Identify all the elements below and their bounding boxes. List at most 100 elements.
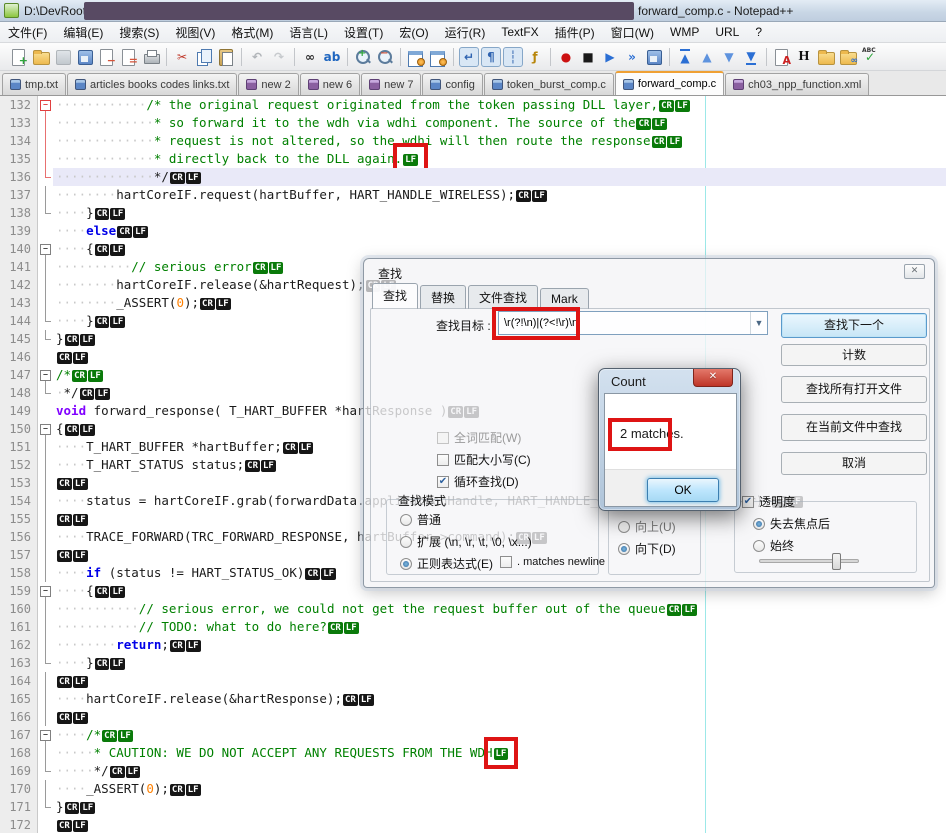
sync-scroll-horizontal-icon[interactable] [428, 47, 448, 67]
menu-item-4[interactable]: 格式(M) [223, 22, 281, 43]
menu-item-6[interactable]: 设置(T) [336, 22, 391, 43]
fold-collapse-icon[interactable] [38, 582, 53, 600]
transparency-slider[interactable] [759, 559, 859, 563]
find-icon[interactable]: ∞ [300, 47, 320, 67]
code-text[interactable]: ····}CRLF [53, 654, 946, 672]
code-text[interactable]: ····hartCoreIF.release(&hartResponse);CR… [53, 690, 946, 708]
always-radio[interactable]: 始终 [753, 537, 794, 554]
copy-icon[interactable] [194, 47, 214, 67]
folder-link-icon[interactable]: ∞ [838, 47, 858, 67]
code-text[interactable]: CRLF [53, 816, 946, 833]
menu-item-1[interactable]: 编辑(E) [55, 22, 111, 43]
goto-last-icon[interactable]: ▼ [741, 47, 761, 67]
code-text[interactable]: ·····*/CRLF [53, 762, 946, 780]
document-tab-token-burst-comp-c[interactable]: token_burst_comp.c [484, 73, 614, 95]
menu-item-2[interactable]: 搜索(S) [111, 22, 167, 43]
menu-item-11[interactable]: 窗口(W) [603, 22, 662, 43]
goto-prev-icon[interactable]: ▲ [697, 47, 717, 67]
find-in-current-file-button[interactable]: 在当前文件中查找 [781, 414, 927, 441]
paste-icon[interactable] [216, 47, 236, 67]
doc-check-icon[interactable]: A [772, 47, 792, 67]
menu-item-10[interactable]: 插件(P) [547, 22, 603, 43]
fold-collapse-icon[interactable] [38, 96, 53, 114]
close-icon[interactable]: ✕ [904, 264, 925, 279]
save-all-icon[interactable] [75, 47, 95, 67]
mode-regex-radio[interactable]: 正则表达式(E) [400, 555, 493, 572]
code-text[interactable]: ········hartCoreIF.request(hartBuffer, H… [53, 186, 946, 204]
menu-item-7[interactable]: 宏(O) [391, 22, 436, 43]
code-text[interactable]: ····elseCRLF [53, 222, 946, 240]
direction-down-radio[interactable]: 向下(D) [618, 540, 676, 557]
save-macro-icon[interactable] [644, 47, 664, 67]
document-tab-articles-books-codes-links-txt[interactable]: articles books codes links.txt [67, 73, 237, 95]
find-what-combobox[interactable]: \r(?!\n)|(?<!\r)\n ▼ [498, 311, 768, 335]
count-button[interactable]: 计数 [781, 344, 927, 366]
code-text[interactable]: ·············* directly back to the DLL … [53, 150, 946, 168]
code-text[interactable]: ·····* CAUTION: WE DO NOT ACCEPT ANY REQ… [53, 744, 946, 762]
menu-item-14[interactable]: ? [747, 23, 770, 41]
code-text[interactable]: ····_ASSERT(0);CRLF [53, 780, 946, 798]
tab-find[interactable]: 查找 [372, 283, 418, 309]
code-text[interactable]: ············/* the original request orig… [53, 96, 946, 114]
zoom-in-icon[interactable]: + [353, 47, 373, 67]
indent-guide-icon[interactable]: ┆ [503, 47, 523, 67]
goto-next-icon[interactable]: ▼ [719, 47, 739, 67]
code-text[interactable]: ········return;CRLF [53, 636, 946, 654]
menu-item-0[interactable]: 文件(F) [0, 22, 55, 43]
fold-collapse-icon[interactable] [38, 366, 53, 384]
zoom-out-icon[interactable]: − [375, 47, 395, 67]
code-text[interactable]: }CRLF [53, 798, 946, 816]
close-icon[interactable]: ✕ [693, 369, 733, 387]
document-tab-new-6[interactable]: new 6 [300, 73, 360, 95]
code-text[interactable]: CRLF [53, 672, 946, 690]
ok-button[interactable]: OK [647, 478, 719, 502]
menu-item-12[interactable]: WMP [662, 23, 707, 41]
sync-scroll-vertical-icon[interactable] [406, 47, 426, 67]
fold-collapse-icon[interactable] [38, 420, 53, 438]
code-text[interactable]: ····/*CRLF [53, 726, 946, 744]
code-text[interactable]: ····}CRLF [53, 204, 946, 222]
match-case-checkbox[interactable]: 匹配大小写(C) [437, 451, 531, 468]
matches-newline-checkbox[interactable]: . matches newline [500, 556, 605, 568]
code-text[interactable]: ·············* so forward it to the wdh … [53, 114, 946, 132]
print-icon[interactable] [141, 47, 161, 67]
menu-item-5[interactable]: 语言(L) [281, 22, 336, 43]
play-macro-icon[interactable]: ▶ [600, 47, 620, 67]
find-what-value[interactable]: \r(?!\n)|(?<!\r)\n [499, 317, 750, 329]
code-text[interactable]: CRLF [53, 708, 946, 726]
close-icon[interactable]: − [97, 47, 117, 67]
code-text[interactable]: ·············* request is not altered, s… [53, 132, 946, 150]
tab-replace[interactable]: 替换 [420, 285, 466, 309]
mode-extended-radio[interactable]: 扩展 (\n, \r, \t, \0, \x...) [400, 533, 532, 550]
code-text[interactable]: ·············*/CRLF [53, 168, 946, 186]
wrap-around-checkbox[interactable]: ✔ 循环查找(D) [437, 473, 519, 490]
document-tab-config[interactable]: config [422, 73, 482, 95]
code-text[interactable]: ···········// TODO: what to do here?CRLF [53, 618, 946, 636]
fold-collapse-icon[interactable] [38, 240, 53, 258]
direction-up-radio[interactable]: 向上(U) [618, 518, 676, 535]
new-file-icon[interactable]: + [9, 47, 29, 67]
code-text[interactable]: ···········// serious error, we could no… [53, 600, 946, 618]
mode-normal-radio[interactable]: 普通 [400, 511, 441, 528]
menu-item-8[interactable]: 运行(R) [437, 22, 494, 43]
on-lose-focus-radio[interactable]: 失去焦点后 [753, 515, 830, 532]
cancel-button[interactable]: 取消 [781, 452, 927, 475]
document-tab-forward-comp-c[interactable]: forward_comp.c [615, 71, 724, 95]
code-text[interactable]: ····{CRLF [53, 240, 946, 258]
record-macro-icon[interactable]: ● [556, 47, 576, 67]
cut-icon[interactable]: ✂ [172, 47, 192, 67]
spell-check-icon[interactable]: ✓ [860, 47, 880, 67]
tab-find-in-files[interactable]: 文件查找 [468, 285, 538, 309]
document-tab-new-7[interactable]: new 7 [361, 73, 421, 95]
word-wrap-icon[interactable]: ↵ [459, 47, 479, 67]
function-completion-icon[interactable]: ƒ [525, 47, 545, 67]
open-containing-folder-icon[interactable] [816, 47, 836, 67]
transparency-checkbox[interactable]: ✔ 透明度 [742, 493, 795, 510]
tab-mark[interactable]: Mark [540, 288, 589, 309]
menu-item-3[interactable]: 视图(V) [167, 22, 223, 43]
html-h-icon[interactable]: H [794, 47, 814, 67]
menu-item-13[interactable]: URL [707, 23, 747, 41]
slider-thumb[interactable] [832, 553, 841, 570]
stop-macro-icon[interactable]: ■ [578, 47, 598, 67]
whole-word-checkbox[interactable]: 全词匹配(W) [437, 429, 521, 446]
